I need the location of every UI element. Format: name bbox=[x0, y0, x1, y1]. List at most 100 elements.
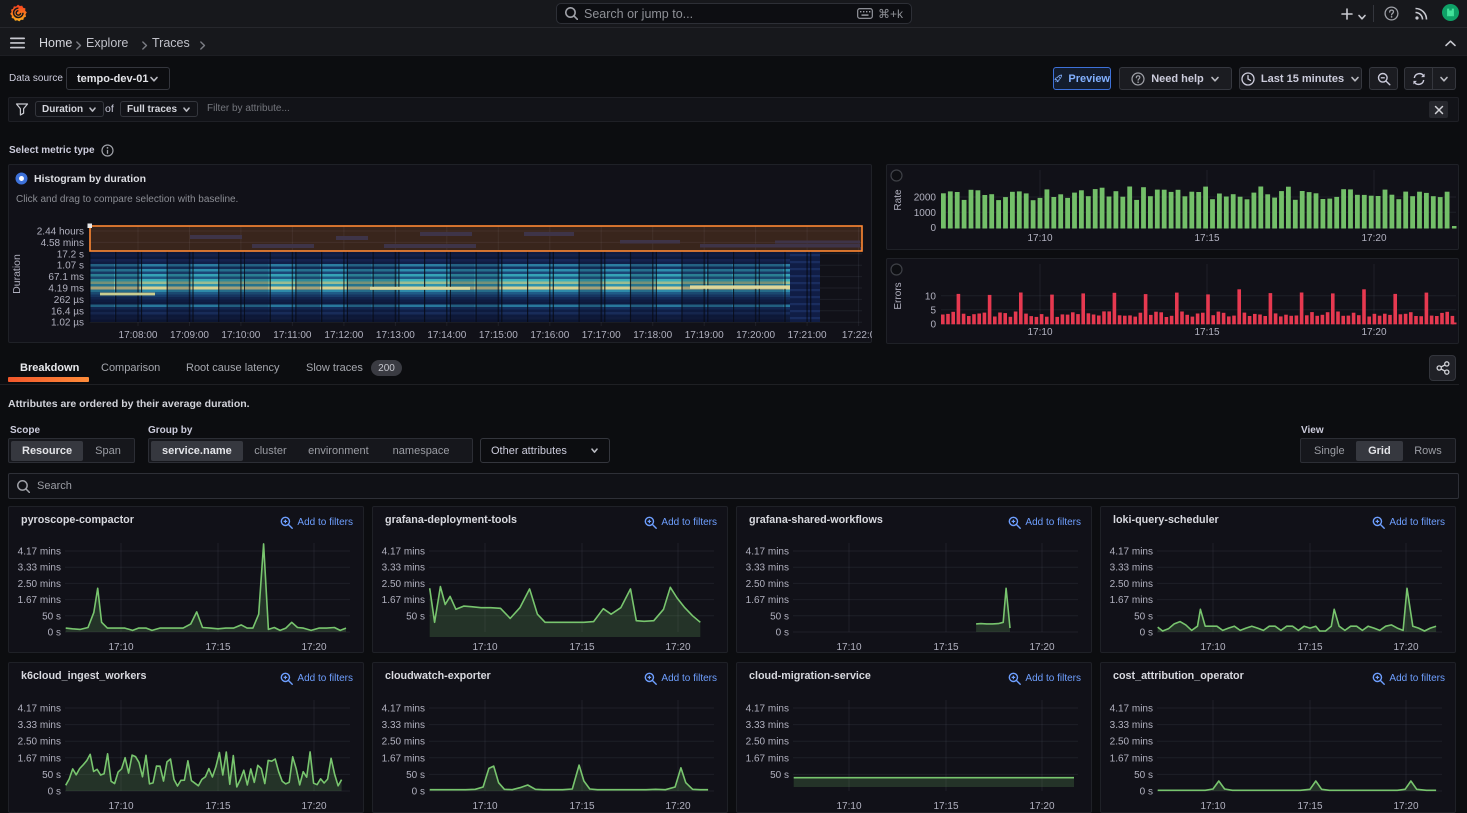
svg-text:17:15: 17:15 bbox=[933, 801, 958, 812]
svg-text:0: 0 bbox=[930, 223, 936, 234]
svg-text:17:20: 17:20 bbox=[1361, 233, 1386, 244]
svg-text:2.50 mins: 2.50 mins bbox=[18, 579, 61, 590]
svg-text:1.67 mins: 1.67 mins bbox=[382, 595, 425, 606]
svg-text:17:18:00: 17:18:00 bbox=[633, 330, 672, 341]
svg-text:3.33 mins: 3.33 mins bbox=[1110, 563, 1153, 574]
svg-text:4.19 ms: 4.19 ms bbox=[48, 284, 84, 295]
svg-text:17:15: 17:15 bbox=[1297, 642, 1322, 653]
svg-text:1.67 mins: 1.67 mins bbox=[1110, 753, 1153, 764]
svg-text:50 s: 50 s bbox=[1134, 770, 1153, 781]
svg-text:2.44 hours: 2.44 hours bbox=[37, 227, 84, 238]
svg-text:10: 10 bbox=[925, 291, 937, 302]
svg-text:17:17:00: 17:17:00 bbox=[582, 330, 621, 341]
svg-text:2.50 mins: 2.50 mins bbox=[1110, 737, 1153, 748]
svg-text:50 s: 50 s bbox=[770, 611, 789, 622]
svg-text:17:10: 17:10 bbox=[1027, 233, 1052, 244]
svg-text:17:19:00: 17:19:00 bbox=[685, 330, 724, 341]
svg-text:2.50 mins: 2.50 mins bbox=[18, 737, 61, 748]
svg-text:17:13:00: 17:13:00 bbox=[376, 330, 415, 341]
svg-text:50 s: 50 s bbox=[770, 770, 789, 781]
svg-text:4.17 mins: 4.17 mins bbox=[1110, 547, 1153, 558]
svg-text:17:15: 17:15 bbox=[569, 642, 594, 653]
svg-text:0 s: 0 s bbox=[48, 787, 61, 798]
svg-text:17:20: 17:20 bbox=[301, 801, 326, 812]
svg-text:50 s: 50 s bbox=[42, 770, 61, 781]
svg-text:17:10: 17:10 bbox=[108, 642, 133, 653]
svg-text:17:10: 17:10 bbox=[108, 801, 133, 812]
svg-text:17:10: 17:10 bbox=[1027, 327, 1052, 338]
svg-text:17:14:00: 17:14:00 bbox=[427, 330, 466, 341]
svg-text:17:20: 17:20 bbox=[1361, 327, 1386, 338]
svg-text:1.67 mins: 1.67 mins bbox=[746, 753, 789, 764]
svg-text:1.67 mins: 1.67 mins bbox=[18, 753, 61, 764]
svg-text:0 s: 0 s bbox=[48, 628, 61, 639]
svg-text:5: 5 bbox=[930, 305, 936, 316]
svg-text:17:20: 17:20 bbox=[665, 642, 690, 653]
svg-text:1.67 mins: 1.67 mins bbox=[382, 753, 425, 764]
svg-text:4.17 mins: 4.17 mins bbox=[382, 547, 425, 558]
svg-text:2.50 mins: 2.50 mins bbox=[382, 579, 425, 590]
svg-text:17:20: 17:20 bbox=[301, 642, 326, 653]
svg-text:17.2 s: 17.2 s bbox=[57, 249, 84, 260]
svg-text:0: 0 bbox=[930, 319, 936, 330]
svg-text:4.17 mins: 4.17 mins bbox=[1110, 704, 1153, 715]
svg-text:3.33 mins: 3.33 mins bbox=[746, 563, 789, 574]
svg-text:3.33 mins: 3.33 mins bbox=[746, 720, 789, 731]
svg-text:0 s: 0 s bbox=[1140, 628, 1153, 639]
svg-text:17:21:00: 17:21:00 bbox=[788, 330, 827, 341]
svg-text:1000: 1000 bbox=[914, 208, 937, 219]
svg-text:0 s: 0 s bbox=[1140, 787, 1153, 798]
svg-text:17:10: 17:10 bbox=[836, 642, 861, 653]
svg-text:4.58 mins: 4.58 mins bbox=[41, 238, 84, 249]
svg-text:17:15:00: 17:15:00 bbox=[479, 330, 518, 341]
svg-text:262 µs: 262 µs bbox=[54, 295, 84, 306]
svg-text:17:20: 17:20 bbox=[665, 801, 690, 812]
svg-text:Errors: Errors bbox=[893, 282, 904, 309]
svg-text:17:10:00: 17:10:00 bbox=[221, 330, 260, 341]
svg-text:4.17 mins: 4.17 mins bbox=[746, 704, 789, 715]
svg-text:1.67 mins: 1.67 mins bbox=[746, 595, 789, 606]
svg-text:17:10: 17:10 bbox=[1200, 801, 1225, 812]
svg-text:0 s: 0 s bbox=[412, 787, 425, 798]
svg-text:50 s: 50 s bbox=[406, 770, 425, 781]
svg-text:1.67 mins: 1.67 mins bbox=[1110, 595, 1153, 606]
svg-text:17:15: 17:15 bbox=[1194, 233, 1219, 244]
svg-text:2.50 mins: 2.50 mins bbox=[746, 737, 789, 748]
svg-text:Duration: Duration bbox=[11, 254, 23, 294]
svg-text:17:10: 17:10 bbox=[472, 801, 497, 812]
svg-text:17:22:0: 17:22:0 bbox=[842, 330, 872, 341]
svg-text:17:15: 17:15 bbox=[205, 801, 230, 812]
svg-text:3.33 mins: 3.33 mins bbox=[18, 720, 61, 731]
svg-text:17:08:00: 17:08:00 bbox=[119, 330, 158, 341]
svg-text:17:15: 17:15 bbox=[1194, 327, 1219, 338]
svg-text:2.50 mins: 2.50 mins bbox=[382, 737, 425, 748]
svg-text:17:15: 17:15 bbox=[933, 642, 958, 653]
svg-text:67.1 ms: 67.1 ms bbox=[48, 272, 84, 283]
svg-text:0 s: 0 s bbox=[776, 628, 789, 639]
svg-text:17:15: 17:15 bbox=[1297, 801, 1322, 812]
svg-text:2.50 mins: 2.50 mins bbox=[746, 579, 789, 590]
svg-text:16.4 µs: 16.4 µs bbox=[51, 306, 84, 317]
svg-text:1.07 s: 1.07 s bbox=[57, 261, 84, 272]
svg-text:Rate: Rate bbox=[893, 189, 904, 211]
svg-text:17:10: 17:10 bbox=[836, 801, 861, 812]
svg-text:3.33 mins: 3.33 mins bbox=[382, 563, 425, 574]
svg-text:3.33 mins: 3.33 mins bbox=[1110, 720, 1153, 731]
svg-text:2000: 2000 bbox=[914, 193, 937, 204]
svg-text:4.17 mins: 4.17 mins bbox=[18, 547, 61, 558]
svg-text:50 s: 50 s bbox=[406, 611, 425, 622]
svg-text:17:09:00: 17:09:00 bbox=[170, 330, 209, 341]
svg-text:17:20: 17:20 bbox=[1393, 801, 1418, 812]
svg-text:17:20: 17:20 bbox=[1029, 642, 1054, 653]
svg-text:4.17 mins: 4.17 mins bbox=[382, 704, 425, 715]
svg-text:50 s: 50 s bbox=[42, 611, 61, 622]
svg-text:17:20:00: 17:20:00 bbox=[736, 330, 775, 341]
svg-text:1.02 µs: 1.02 µs bbox=[51, 318, 84, 329]
svg-text:17:10: 17:10 bbox=[1200, 642, 1225, 653]
svg-text:4.17 mins: 4.17 mins bbox=[746, 547, 789, 558]
svg-text:17:16:00: 17:16:00 bbox=[530, 330, 569, 341]
svg-text:17:20: 17:20 bbox=[1393, 642, 1418, 653]
svg-text:1.67 mins: 1.67 mins bbox=[18, 595, 61, 606]
svg-text:17:11:00: 17:11:00 bbox=[273, 330, 312, 341]
svg-text:17:15: 17:15 bbox=[569, 801, 594, 812]
